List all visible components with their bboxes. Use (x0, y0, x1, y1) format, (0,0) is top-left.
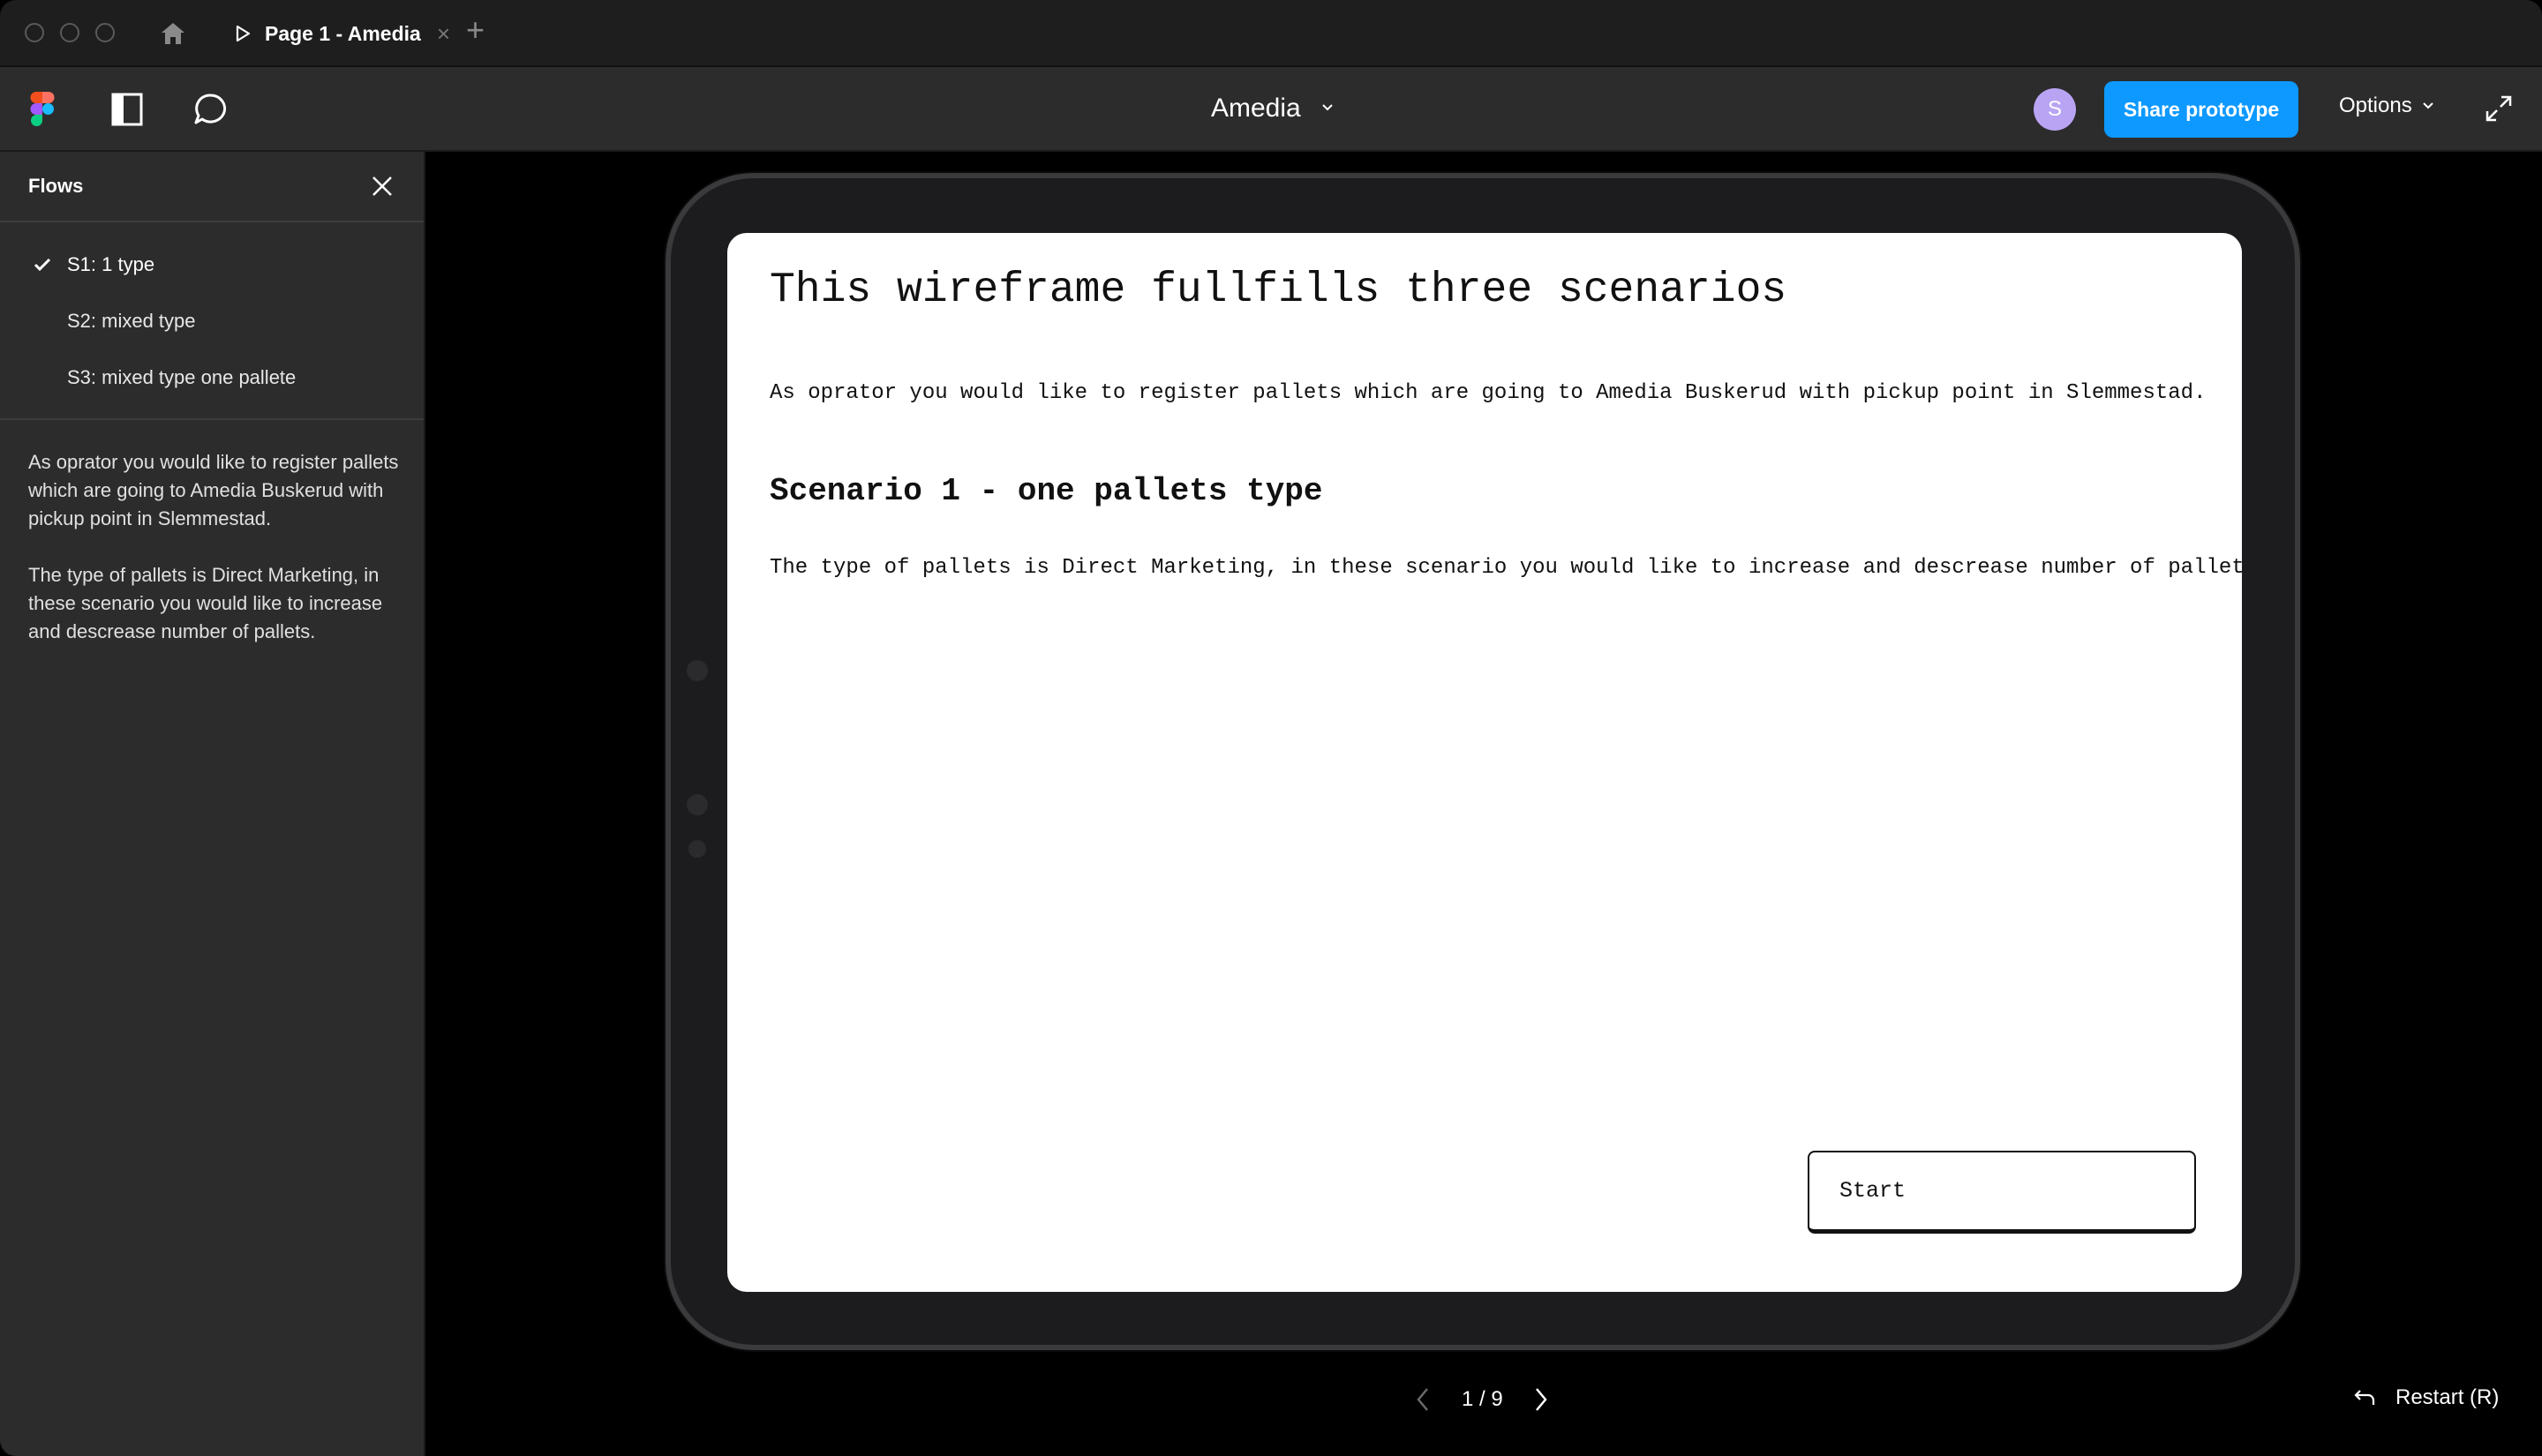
sidebar-title: Flows (28, 175, 84, 197)
prototype-screen: This wireframe fullfills three scenarios… (727, 233, 2242, 1292)
share-prototype-button[interactable]: Share prototype (2104, 81, 2298, 138)
window-close-button[interactable] (25, 23, 44, 42)
flow-item-s2[interactable]: S2: mixed type (0, 295, 424, 348)
flows-sidebar: Flows S1: 1 type S2: mixed type S3: mixe… (0, 152, 425, 1456)
device-button (687, 660, 708, 681)
flow-description-paragraph: The type of pallets is Direct Marketing,… (28, 564, 383, 642)
flow-description: As oprator you would like to register pa… (28, 448, 399, 674)
avatar[interactable]: S (2034, 88, 2076, 131)
flow-list: S1: 1 type S2: mixed type S3: mixed type… (0, 224, 424, 420)
restart-button[interactable]: Restart (R) (2353, 1385, 2499, 1410)
home-button[interactable] (155, 18, 191, 49)
flow-label: S1: 1 type (67, 253, 155, 275)
screen-intro: As oprator you would like to register pa… (770, 381, 2207, 405)
tab-title: Page 1 - Amedia (265, 21, 421, 45)
scenario-body: The type of pallets is Direct Marketing,… (770, 556, 2242, 580)
tab-close-icon[interactable]: × (437, 22, 450, 45)
toolbar: Amedia S Share prototype Options (0, 67, 2542, 152)
figma-window: Page 1 - Amedia × + Amedia S Share proto… (0, 0, 2542, 1456)
restart-arrow-icon (2354, 1390, 2375, 1405)
device-button (687, 794, 708, 815)
home-icon (162, 23, 184, 44)
add-tab-button[interactable]: + (466, 14, 485, 46)
tab-page-1[interactable]: Page 1 - Amedia × (215, 9, 455, 58)
chevron-down-icon[interactable] (1320, 101, 1335, 115)
flow-label: S3: mixed type one pallete (67, 366, 297, 388)
title-bar: Page 1 - Amedia × + (0, 0, 2542, 67)
previous-page-icon[interactable] (1412, 1385, 1433, 1414)
window-minimize-button[interactable] (60, 23, 79, 42)
window-zoom-button[interactable] (95, 23, 115, 42)
fullscreen-icon[interactable] (2484, 94, 2514, 124)
flow-item-s3[interactable]: S3: mixed type one pallete (0, 351, 424, 404)
options-label: Options (2339, 94, 2412, 117)
scenario-heading: Scenario 1 - one pallets type (770, 473, 1323, 509)
sidebar-header: Flows (0, 152, 424, 222)
check-icon (34, 258, 51, 272)
sidebar-toggle-icon[interactable] (111, 92, 143, 127)
chevron-down-icon (2423, 102, 2433, 109)
flow-item-s1[interactable]: S1: 1 type (0, 238, 424, 291)
page-counter: 1 / 9 (1462, 1387, 1503, 1411)
next-page-icon[interactable] (1530, 1385, 1552, 1414)
screen-title: This wireframe fullfills three scenarios (770, 266, 1787, 314)
start-button[interactable]: Start (1808, 1151, 2196, 1234)
play-icon (236, 25, 251, 42)
figma-logo-icon[interactable] (30, 92, 55, 127)
flow-label: S2: mixed type (67, 310, 196, 332)
comment-icon[interactable] (192, 92, 228, 127)
file-name[interactable]: Amedia (1211, 94, 1301, 124)
close-icon[interactable] (369, 173, 395, 199)
flow-description-paragraph: As oprator you would like to register pa… (28, 451, 399, 529)
options-menu[interactable]: Options (2339, 94, 2435, 118)
restart-label: Restart (R) (2395, 1385, 2500, 1409)
device-button (688, 840, 706, 858)
